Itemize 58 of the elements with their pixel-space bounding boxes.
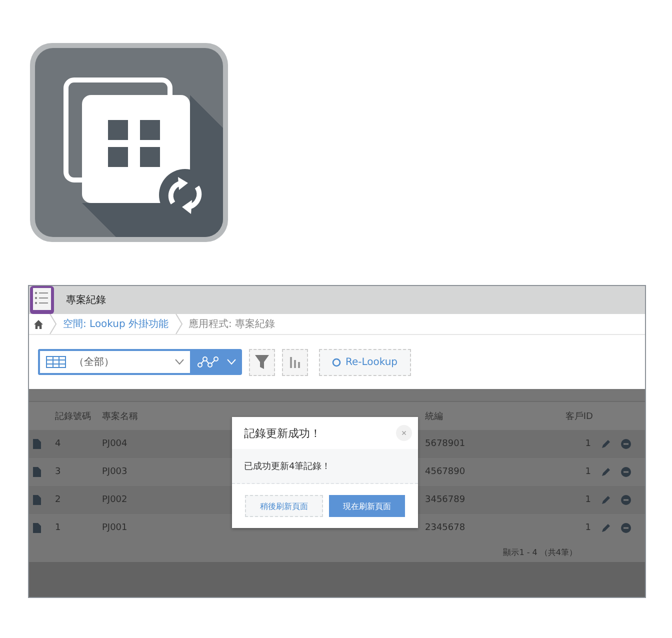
table-cell-text: 5678901 — [424, 439, 466, 449]
table-cell-text: PJ003 — [101, 467, 128, 477]
pagination-info: 顯示1 - 4 （共4筆） — [503, 546, 577, 558]
circle-icon — [332, 358, 342, 366]
chart-button[interactable] — [282, 348, 308, 376]
file-icon[interactable] — [33, 467, 41, 477]
view-selector[interactable]: （全部） — [38, 349, 190, 375]
column-header: 記錄號碼 — [54, 410, 92, 422]
breadcrumb-link[interactable]: 空間: Lookup 外掛功能 — [63, 317, 169, 331]
app-icon — [30, 43, 228, 242]
app-title: 專案紀錄 — [66, 294, 106, 307]
table-cell-text: 1 — [584, 439, 592, 449]
table-icon — [46, 356, 66, 368]
remove-icon[interactable] — [621, 523, 631, 533]
pencil-icon[interactable] — [601, 523, 611, 533]
table-cell-text: PJ001 — [101, 523, 128, 533]
caret-icon — [175, 359, 184, 365]
caret-icon — [226, 359, 236, 365]
column-header: 專案名稱 — [101, 410, 139, 422]
file-icon[interactable] — [33, 495, 41, 505]
remove-icon[interactable] — [621, 439, 631, 449]
line-graph-icon — [196, 355, 218, 369]
breadcrumb-item: 應用程式: 專案紀錄 — [188, 318, 276, 331]
table-cell-text: PJ004 — [101, 439, 128, 449]
chevron-icon — [49, 314, 57, 334]
close-button[interactable]: × — [396, 425, 412, 441]
pencil-icon[interactable] — [601, 439, 611, 449]
home-icon[interactable] — [34, 320, 43, 328]
table-cell-text: 1 — [54, 523, 62, 533]
dialog-title: 記錄更新成功！ — [244, 426, 321, 440]
pencil-icon[interactable] — [601, 467, 611, 477]
pencil-icon[interactable] — [601, 495, 611, 505]
table-cell-text: 1 — [584, 467, 592, 477]
table-cell-text: 3 — [54, 467, 62, 477]
refresh-now-button[interactable]: 現在刷新頁面 — [329, 495, 405, 517]
refresh-later-button[interactable]: 稍後刷新頁面 — [245, 495, 323, 517]
table-cell-text: 1 — [584, 495, 592, 505]
filter-icon — [255, 355, 269, 369]
bar-chart-icon — [289, 356, 301, 368]
remove-icon[interactable] — [621, 495, 631, 505]
column-header: 統編 — [424, 410, 444, 422]
relookup-label: Re-Lookup — [345, 356, 398, 368]
relookup-button[interactable]: Re-Lookup — [319, 348, 411, 376]
dialog-message: 已成功更新4筆記錄！ — [244, 460, 331, 472]
table-cell-text: 2345678 — [424, 523, 466, 533]
table-cell-text: 4 — [54, 439, 62, 449]
filter-button[interactable] — [249, 348, 275, 376]
table-cell-text: PJ002 — [101, 495, 128, 505]
graph-selector[interactable] — [190, 349, 242, 375]
table-cell-text: 2 — [54, 495, 62, 505]
table-cell-text: 3456789 — [424, 495, 466, 505]
table-cell-text: 1 — [584, 523, 592, 533]
column-header: 客戶ID — [564, 410, 594, 422]
file-icon[interactable] — [33, 523, 41, 533]
file-icon[interactable] — [33, 439, 41, 449]
view-label: （全部） — [74, 356, 115, 369]
remove-icon[interactable] — [621, 467, 631, 477]
table-cell-text: 4567890 — [424, 467, 466, 477]
